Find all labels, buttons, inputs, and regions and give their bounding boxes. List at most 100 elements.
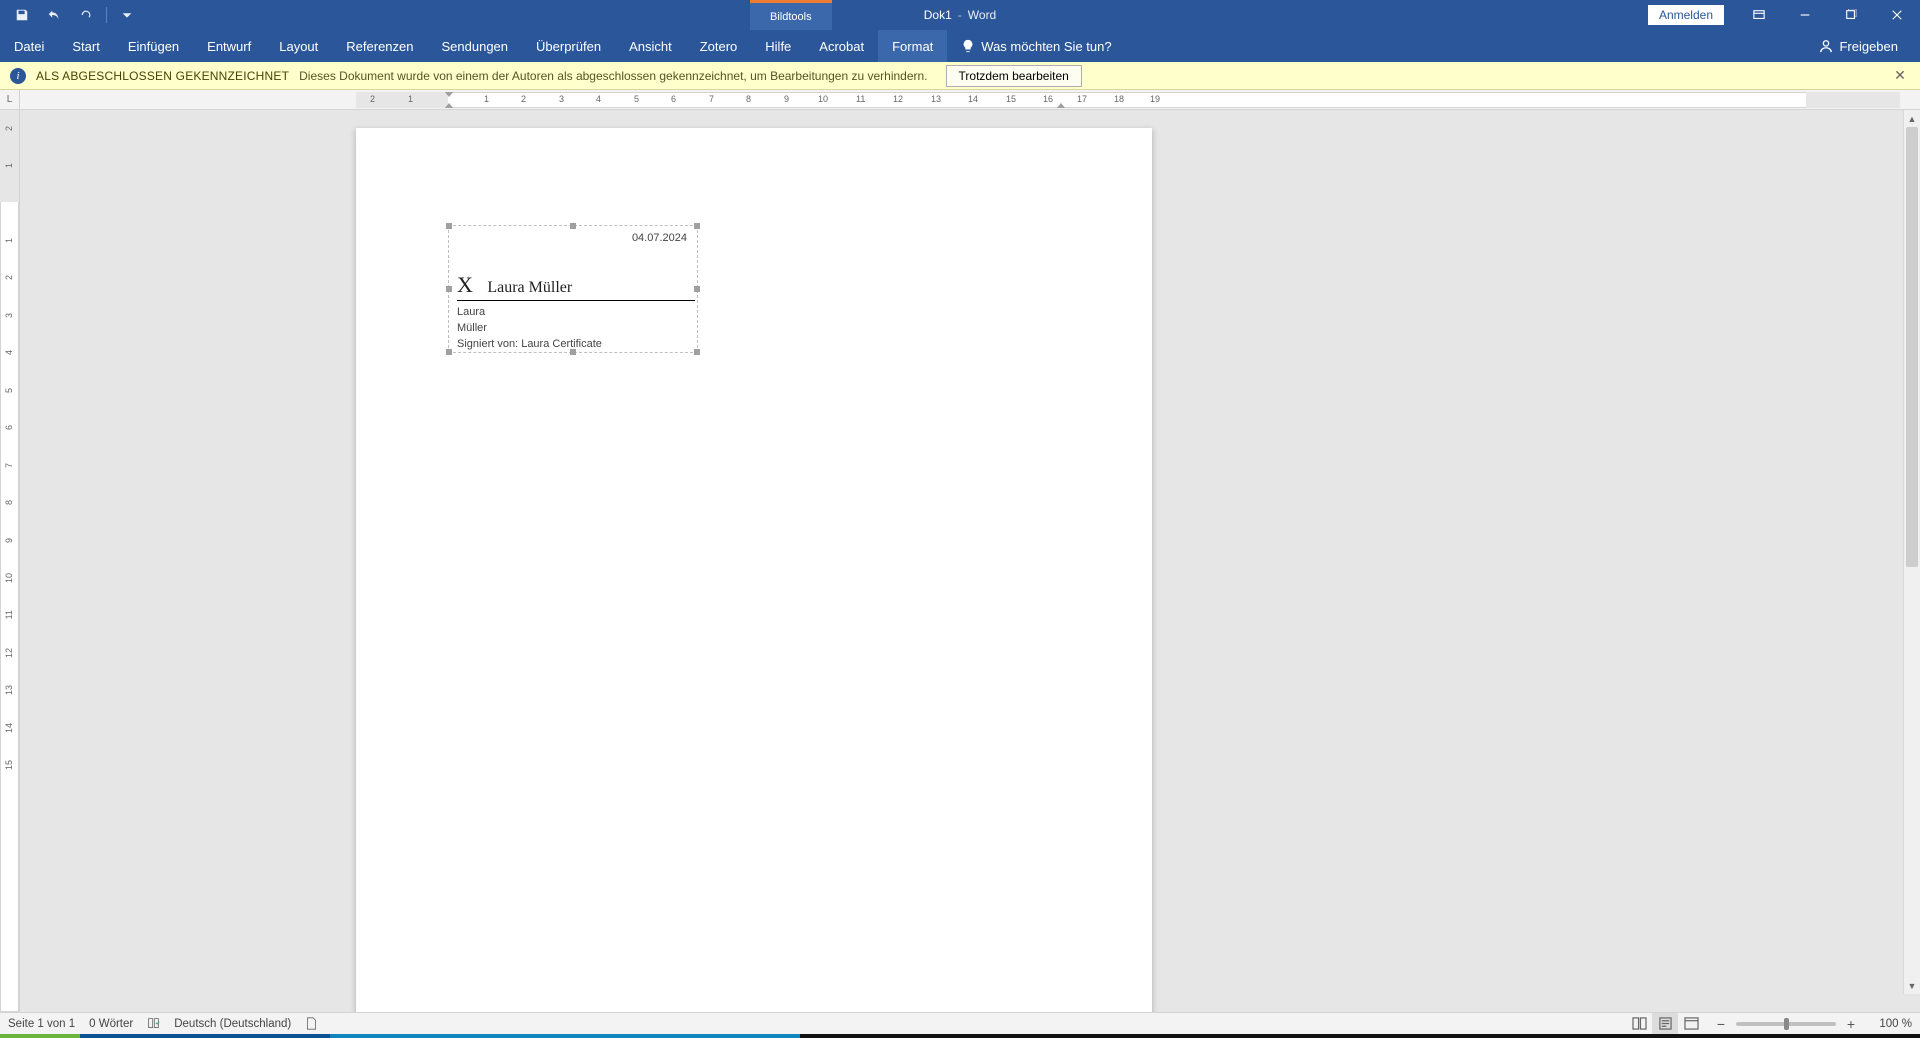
title-bar: Dok1 - Word Bildtools Anmelden xyxy=(0,0,1920,30)
ribbon-tabs: Datei Start Einfügen Entwurf Layout Refe… xyxy=(0,30,947,62)
title-separator: - xyxy=(958,8,962,22)
zoom-control: − + 100 % xyxy=(1712,1015,1912,1033)
selection-handle[interactable] xyxy=(446,349,452,355)
status-word-count[interactable]: 0 Wörter xyxy=(89,1018,133,1030)
signature-details: Laura Müller Signiert von: Laura Certifi… xyxy=(457,304,602,352)
right-indent-marker[interactable] xyxy=(1056,103,1066,108)
horizontal-ruler-row: L 2 1 1 2 3 4 5 6 7 8 9 10 11 12 13 14 1… xyxy=(0,90,1920,110)
tab-layout[interactable]: Layout xyxy=(265,30,332,62)
ribbon-display-icon xyxy=(1753,9,1765,21)
signature-line-object[interactable]: 04.07.2024 X Laura Müller Laura Müller S… xyxy=(448,225,698,353)
share-button[interactable]: Freigeben xyxy=(1813,39,1904,54)
tell-me-placeholder: Was möchten Sie tun? xyxy=(981,39,1111,54)
redo-button[interactable] xyxy=(72,1,100,29)
signin-button[interactable]: Anmelden xyxy=(1648,5,1724,25)
ribbon-right: Freigeben xyxy=(1813,30,1920,62)
signature-detail-line1: Laura xyxy=(457,304,602,320)
selection-handle[interactable] xyxy=(446,286,452,292)
edit-anyway-button[interactable]: Trotzdem bearbeiten xyxy=(946,65,1082,87)
share-label: Freigeben xyxy=(1839,39,1898,54)
undo-icon xyxy=(47,8,61,22)
signature-name: Laura Müller xyxy=(487,279,572,296)
scroll-track[interactable] xyxy=(1904,127,1920,977)
title-right: Anmelden xyxy=(1648,0,1920,30)
vertical-ruler[interactable]: 2 1 1 2 3 4 5 6 7 8 9 10 11 12 13 14 15 xyxy=(0,110,20,1012)
first-line-indent-marker[interactable] xyxy=(444,92,454,97)
qat-customize-button[interactable] xyxy=(113,1,141,29)
zoom-out-button[interactable]: − xyxy=(1712,1015,1730,1033)
infobar-message: Dieses Dokument wurde von einem der Auto… xyxy=(299,69,927,83)
selection-handle[interactable] xyxy=(570,223,576,229)
status-signatures[interactable] xyxy=(305,1017,318,1030)
window-title: Dok1 - Word xyxy=(924,8,996,22)
tab-sendungen[interactable]: Sendungen xyxy=(428,30,523,62)
minimize-icon xyxy=(1799,9,1811,21)
read-mode-icon xyxy=(1632,1017,1647,1030)
view-read-mode-button[interactable] xyxy=(1626,1013,1652,1035)
chevron-down-icon xyxy=(120,8,134,22)
status-bar: Seite 1 von 1 0 Wörter Deutsch (Deutschl… xyxy=(0,1012,1920,1034)
quick-access-toolbar xyxy=(0,1,141,29)
app-name: Word xyxy=(968,8,996,22)
tab-zotero[interactable]: Zotero xyxy=(686,30,752,62)
horizontal-ruler[interactable]: 2 1 1 2 3 4 5 6 7 8 9 10 11 12 13 14 15 … xyxy=(356,92,1900,108)
zoom-slider-knob[interactable] xyxy=(1784,1018,1789,1030)
save-icon xyxy=(15,8,29,22)
tab-selector[interactable]: L xyxy=(0,90,20,110)
status-language[interactable]: Deutsch (Deutschland) xyxy=(174,1018,291,1030)
main-area: 2 1 1 2 3 4 5 6 7 8 9 10 11 12 13 14 15 xyxy=(0,110,1920,1012)
v-ruler-top-margin xyxy=(0,110,19,202)
person-icon xyxy=(1819,39,1833,53)
taskbar[interactable] xyxy=(0,1034,1920,1038)
status-spellcheck[interactable] xyxy=(147,1017,160,1030)
contextual-tab-bildtools[interactable]: Bildtools xyxy=(750,0,832,30)
tab-format[interactable]: Format xyxy=(878,30,947,62)
tab-referenzen[interactable]: Referenzen xyxy=(332,30,427,62)
scroll-thumb[interactable] xyxy=(1906,127,1918,567)
maximize-button[interactable] xyxy=(1828,0,1874,30)
tab-datei[interactable]: Datei xyxy=(0,30,58,62)
status-right: − + 100 % xyxy=(1626,1013,1912,1035)
infobar-close-button[interactable]: ✕ xyxy=(1890,66,1910,86)
signature-line: X Laura Müller xyxy=(457,272,695,301)
view-print-layout-button[interactable] xyxy=(1652,1013,1678,1035)
selection-handle[interactable] xyxy=(694,223,700,229)
save-button[interactable] xyxy=(8,1,36,29)
scroll-down-button[interactable]: ▼ xyxy=(1904,977,1920,994)
scroll-up-button[interactable]: ▲ xyxy=(1904,110,1920,127)
tab-entwurf[interactable]: Entwurf xyxy=(193,30,265,62)
tab-ansicht[interactable]: Ansicht xyxy=(615,30,686,62)
selection-handle[interactable] xyxy=(694,349,700,355)
document-viewport[interactable]: 04.07.2024 X Laura Müller Laura Müller S… xyxy=(20,110,1920,1012)
tab-start[interactable]: Start xyxy=(58,30,113,62)
undo-button[interactable] xyxy=(40,1,68,29)
tell-me-search[interactable]: Was möchten Sie tun? xyxy=(947,30,1125,62)
zoom-percentage[interactable]: 100 % xyxy=(1870,1018,1912,1030)
signature-detail-line2: Müller xyxy=(457,320,602,336)
infobar-title: ALS ABGESCHLOSSEN GEKENNZEICHNET xyxy=(36,69,289,83)
book-check-icon xyxy=(147,1017,160,1030)
tab-hilfe[interactable]: Hilfe xyxy=(751,30,805,62)
minimize-button[interactable] xyxy=(1782,0,1828,30)
ribbon-display-options-button[interactable] xyxy=(1736,0,1782,30)
signature-signed-by: Signiert von: Laura Certificate xyxy=(457,336,602,352)
close-button[interactable] xyxy=(1874,0,1920,30)
document-page[interactable]: 04.07.2024 X Laura Müller Laura Müller S… xyxy=(356,128,1152,1012)
signature-x-mark: X xyxy=(457,272,473,298)
view-web-layout-button[interactable] xyxy=(1678,1013,1704,1035)
zoom-in-button[interactable]: + xyxy=(1842,1015,1860,1033)
status-page[interactable]: Seite 1 von 1 xyxy=(8,1018,75,1030)
hanging-indent-marker[interactable] xyxy=(444,103,454,108)
zoom-slider[interactable] xyxy=(1736,1022,1836,1026)
vertical-scrollbar[interactable]: ▲ ▼ xyxy=(1903,110,1920,994)
tab-acrobat[interactable]: Acrobat xyxy=(805,30,878,62)
tab-ueberpruefen[interactable]: Überprüfen xyxy=(522,30,615,62)
document-icon xyxy=(305,1017,318,1030)
maximize-icon xyxy=(1845,9,1857,21)
ribbon: Datei Start Einfügen Entwurf Layout Refe… xyxy=(0,30,1920,62)
document-filename: Dok1 xyxy=(924,8,952,22)
close-icon xyxy=(1891,9,1903,21)
selection-handle[interactable] xyxy=(446,223,452,229)
tab-einfuegen[interactable]: Einfügen xyxy=(114,30,193,62)
print-layout-icon xyxy=(1658,1017,1673,1030)
